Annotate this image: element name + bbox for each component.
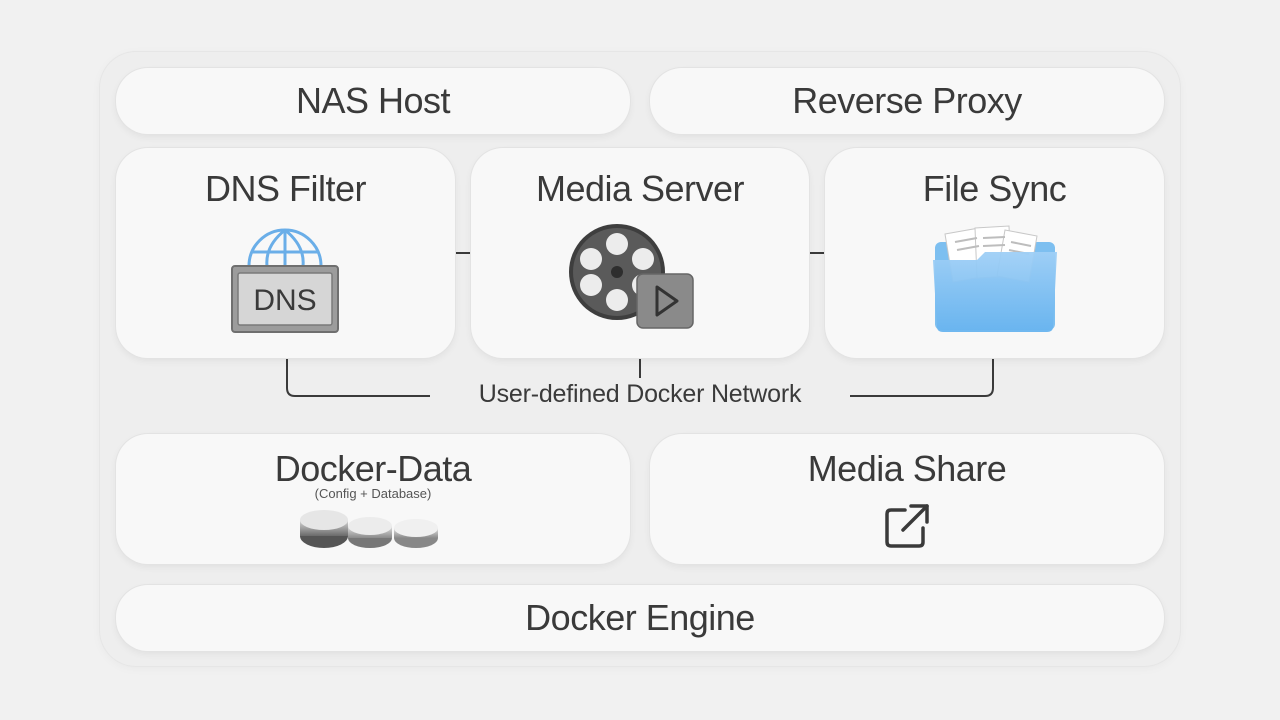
docker-data-box: Docker-Data (Config + Database) — [116, 434, 630, 564]
docker-data-title: Docker-Data — [274, 448, 472, 489]
nas-host-container — [100, 52, 1180, 666]
media-server-box: Media Server — [471, 148, 809, 358]
dns-filter-title: DNS Filter — [204, 168, 367, 209]
external-link-icon — [883, 502, 931, 550]
file-sync-title: File Sync — [922, 168, 1067, 209]
dns-icon-text: DNS — [253, 284, 316, 317]
media-share-title: Media Share — [807, 448, 1007, 489]
reverse-proxy-box: Reverse Proxy — [650, 68, 1164, 134]
nas-host-label: NAS Host — [295, 80, 451, 121]
reverse-proxy-label: Reverse Proxy — [792, 80, 1022, 121]
folder-documents-icon — [931, 220, 1059, 334]
media-share-box: Media Share — [650, 434, 1164, 564]
database-disks-icon — [296, 506, 444, 552]
media-server-title: Media Server — [535, 168, 745, 209]
dns-filter-box: DNS Filter DNS — [116, 148, 455, 358]
nas-host-box: NAS Host — [116, 68, 630, 134]
network-label: User-defined Docker Network — [430, 380, 850, 409]
docker-data-subtitle: (Config + Database) — [314, 486, 432, 501]
docker-engine-box: Docker Engine — [116, 585, 1164, 651]
globe-dns-icon: DNS — [229, 218, 341, 336]
docker-engine-label: Docker Engine — [525, 597, 755, 638]
file-sync-box: File Sync — [825, 148, 1164, 358]
film-reel-play-icon — [567, 222, 699, 332]
